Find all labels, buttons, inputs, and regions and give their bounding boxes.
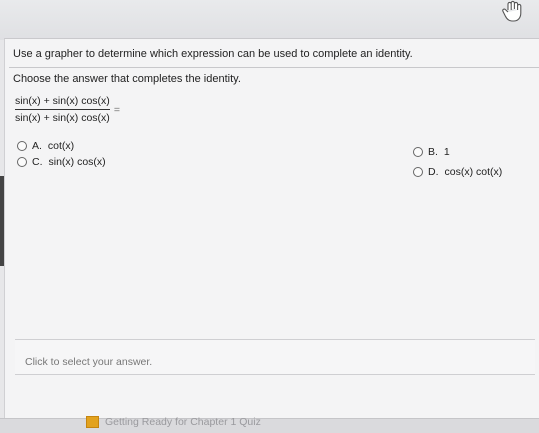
- option-c-letter: C.: [32, 156, 43, 168]
- fraction-numerator: sin(x) + sin(x) cos(x): [15, 95, 110, 107]
- identity-expression: sin(x) + sin(x) cos(x) sin(x) + sin(x) c…: [15, 95, 120, 124]
- option-c-text: sin(x) cos(x): [48, 156, 106, 168]
- hand-pointer-icon: [502, 0, 522, 22]
- radio-a[interactable]: [17, 141, 27, 151]
- equals-sign: =: [113, 103, 120, 116]
- top-toolbar: [0, 0, 539, 40]
- option-a-letter: A.: [32, 140, 42, 152]
- fraction-bar: [15, 109, 110, 110]
- option-c[interactable]: C. sin(x) cos(x): [17, 156, 106, 168]
- divider: [9, 67, 539, 68]
- question-panel: Use a grapher to determine which express…: [4, 38, 539, 419]
- quiz-link-label: Getting Ready for Chapter 1 Quiz: [105, 416, 261, 428]
- option-b-letter: B.: [428, 146, 438, 158]
- radio-d[interactable]: [413, 167, 423, 177]
- window-edge: [0, 176, 4, 266]
- option-d[interactable]: D. cos(x) cot(x): [413, 166, 502, 178]
- radio-b[interactable]: [413, 147, 423, 157]
- answer-area[interactable]: Click to select your answer.: [15, 339, 535, 375]
- option-a[interactable]: A. cot(x): [17, 140, 74, 152]
- fraction-denominator: sin(x) + sin(x) cos(x): [15, 112, 110, 124]
- quiz-link[interactable]: Getting Ready for Chapter 1 Quiz: [86, 416, 261, 428]
- bottom-bar: [0, 418, 539, 433]
- option-b[interactable]: B. 1: [413, 146, 450, 158]
- fraction: sin(x) + sin(x) cos(x) sin(x) + sin(x) c…: [15, 95, 110, 124]
- question-instruction: Use a grapher to determine which express…: [13, 48, 413, 60]
- question-prompt: Choose the answer that completes the ide…: [13, 73, 241, 85]
- answer-area-label: Click to select your answer.: [25, 356, 153, 368]
- option-a-text: cot(x): [47, 140, 75, 152]
- option-b-text: 1: [443, 146, 450, 158]
- option-d-letter: D.: [428, 166, 439, 178]
- option-d-text: cos(x) cot(x): [444, 166, 503, 178]
- radio-c[interactable]: [17, 157, 27, 167]
- quiz-square-icon: [86, 416, 99, 428]
